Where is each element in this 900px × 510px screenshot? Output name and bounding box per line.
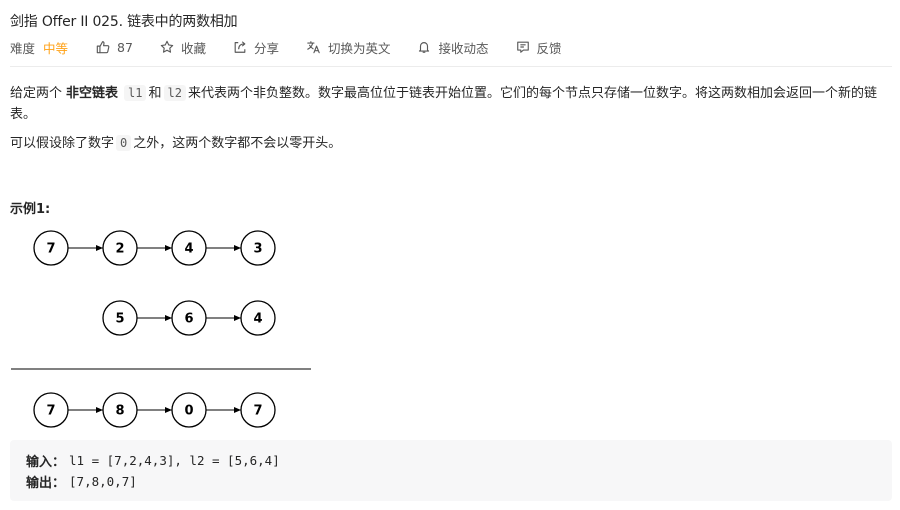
list1-node-value: 7 — [46, 242, 55, 257]
list2-node: 5 — [102, 300, 138, 336]
list1-node: 4 — [171, 230, 207, 266]
output-value: [7,8,0,7] — [69, 474, 137, 489]
linked-list-diagram: 7 2 4 3 5 6 4 7 8 0 7 — [11, 230, 311, 428]
result-node-value: 7 — [253, 404, 262, 419]
description-paragraph-2: 可以假设除了数字 0 之外，这两个数字都不会以零开头。 — [10, 133, 890, 154]
desc-text: 之外，这两个数字都不会以零开头。 — [133, 136, 342, 151]
result-node: 8 — [102, 392, 138, 428]
like-button[interactable]: 87 — [96, 40, 133, 55]
list2-node: 6 — [171, 300, 207, 336]
desc-text: 给定两个 — [10, 86, 63, 101]
list2-node-value: 6 — [184, 312, 193, 327]
list2-node: 4 — [240, 300, 276, 336]
notify-label: 接收动态 — [438, 40, 489, 56]
code-l1: l1 — [124, 85, 147, 101]
problem-title: 剑指 Offer II 025. 链表中的两数相加 — [10, 14, 238, 30]
result-node-value: 7 — [46, 404, 55, 419]
list1-node-value: 4 — [184, 242, 193, 257]
output-label: 输出： — [26, 476, 66, 491]
feedback-button[interactable]: 反馈 — [516, 38, 562, 57]
difficulty-value: 中等 — [43, 40, 69, 56]
feedback-label: 反馈 — [536, 40, 562, 56]
feedback-icon — [516, 41, 529, 53]
example-output-line: 输出： [7,8,0,7] — [26, 472, 137, 491]
result-node: 7 — [240, 392, 276, 428]
list1-node-value: 3 — [253, 242, 262, 257]
likes-count: 87 — [117, 39, 133, 55]
list2-node-value: 5 — [115, 312, 124, 327]
problem-meta-bar: 难度 中等 87 收藏 分享 切换为英文 接收动态 反馈 — [10, 38, 589, 56]
bell-icon — [419, 42, 430, 53]
difficulty-label: 难度 — [10, 40, 36, 56]
result-node-value: 0 — [184, 404, 193, 419]
share-button[interactable]: 分享 — [233, 38, 279, 57]
input-value: l1 = [7,2,4,3], l2 = [5,6,4] — [69, 453, 280, 468]
header-divider — [10, 66, 892, 67]
star-icon — [160, 40, 174, 53]
desc-text: 可以假设除了数字 — [10, 136, 115, 151]
code-zero: 0 — [116, 135, 132, 151]
example-title: 示例1: — [10, 202, 51, 217]
result-node-value: 8 — [115, 404, 124, 419]
desc-text: 和 — [148, 86, 162, 101]
favorite-button[interactable]: 收藏 — [160, 38, 206, 57]
example-io-box: 输入： l1 = [7,2,4,3], l2 = [5,6,4] 输出： [7,8,… — [10, 440, 892, 501]
share-label: 分享 — [253, 40, 279, 56]
example-input-line: 输入： l1 = [7,2,4,3], l2 = [5,6,4] — [26, 451, 280, 470]
result-node: 7 — [33, 392, 69, 428]
list2-node-value: 4 — [253, 312, 262, 327]
list1-node: 3 — [240, 230, 276, 266]
result-node: 0 — [171, 392, 207, 428]
translate-button[interactable]: 切换为英文 — [306, 38, 391, 57]
list1-node: 2 — [102, 230, 138, 266]
translate-icon — [307, 41, 320, 54]
list1-node: 7 — [33, 230, 69, 266]
thumbs-up-icon — [96, 41, 110, 54]
favorite-label: 收藏 — [180, 40, 206, 56]
description-paragraph-1: 给定两个 非空链表 l1 和 l2 来代表两个非负整数。数字最高位位于链表开始位置。它们的… — [10, 83, 890, 125]
translate-label: 切换为英文 — [327, 40, 391, 56]
share-icon — [234, 41, 246, 53]
list1-node-value: 2 — [115, 242, 124, 257]
input-label: 输入： — [26, 455, 66, 470]
notify-button[interactable]: 接收动态 — [417, 38, 489, 57]
code-l2: l2 — [163, 85, 186, 101]
desc-strong-text: 非空链表 — [66, 86, 119, 101]
